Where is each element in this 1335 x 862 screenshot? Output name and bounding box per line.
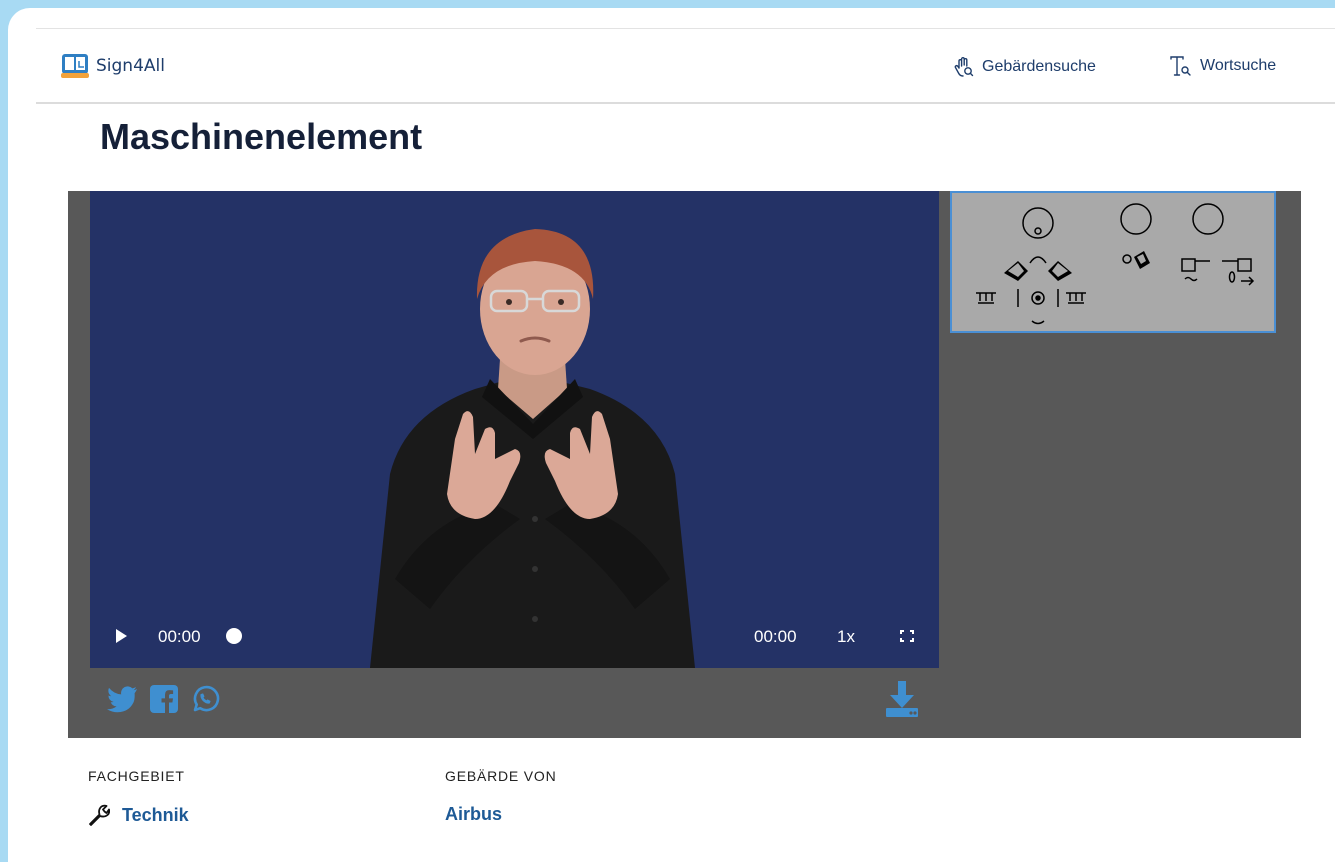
- video-controls: 00:00 00:00 1x: [90, 608, 939, 668]
- page-title: Maschinenelement: [100, 116, 423, 157]
- download-button[interactable]: [886, 681, 918, 722]
- video-player[interactable]: 00:00 00:00 1x: [90, 191, 939, 668]
- facebook-share-link[interactable]: [150, 685, 178, 718]
- field-label: FACHGEBIET: [88, 768, 185, 784]
- facebook-icon: [150, 685, 178, 713]
- sign-media-panel: 00:00 00:00 1x: [68, 191, 1301, 738]
- fullscreen-button[interactable]: [900, 630, 914, 642]
- text-search-icon: [1170, 56, 1191, 76]
- playback-speed-button[interactable]: 1x: [837, 627, 855, 647]
- page-card: Sign4All Gebärdensuche Wortsuche Maschin…: [8, 8, 1335, 862]
- nav-sign-search[interactable]: Gebärdensuche: [954, 56, 1096, 78]
- signwriting-notation-icon: [976, 203, 1255, 325]
- signer-video-frame: [370, 229, 695, 668]
- nav-word-search-label: Wortsuche: [1200, 57, 1277, 74]
- share-bar: [106, 684, 220, 719]
- brand-logo-link[interactable]: Sign4All: [60, 52, 165, 80]
- author-label: GEBÄRDE VON: [445, 768, 557, 784]
- play-button[interactable]: [116, 629, 127, 643]
- current-time: 00:00: [158, 627, 201, 646]
- whatsapp-icon: [193, 685, 220, 712]
- field-value: Technik: [122, 804, 189, 825]
- author-link[interactable]: Airbus: [445, 804, 502, 825]
- book-logo-icon: [61, 54, 89, 78]
- hand-search-icon: [954, 57, 974, 77]
- fullscreen-icon: [900, 630, 914, 642]
- top-divider: [36, 28, 1335, 29]
- total-time: 00:00: [754, 627, 797, 646]
- twitter-share-link[interactable]: [106, 685, 138, 718]
- navbar: Sign4All Gebärdensuche Wortsuche: [36, 30, 1335, 104]
- field-link[interactable]: Technik: [88, 804, 189, 826]
- whatsapp-share-link[interactable]: [190, 684, 220, 719]
- wrench-icon: [89, 804, 110, 826]
- nav-sign-search-label: Gebärdensuche: [982, 58, 1096, 75]
- download-icon: [886, 681, 918, 717]
- twitter-icon: [107, 686, 137, 713]
- brand-name: Sign4All: [96, 56, 165, 76]
- seek-slider[interactable]: [226, 628, 242, 644]
- nav-word-search[interactable]: Wortsuche: [1170, 56, 1276, 76]
- sign-notation-panel: [950, 191, 1276, 333]
